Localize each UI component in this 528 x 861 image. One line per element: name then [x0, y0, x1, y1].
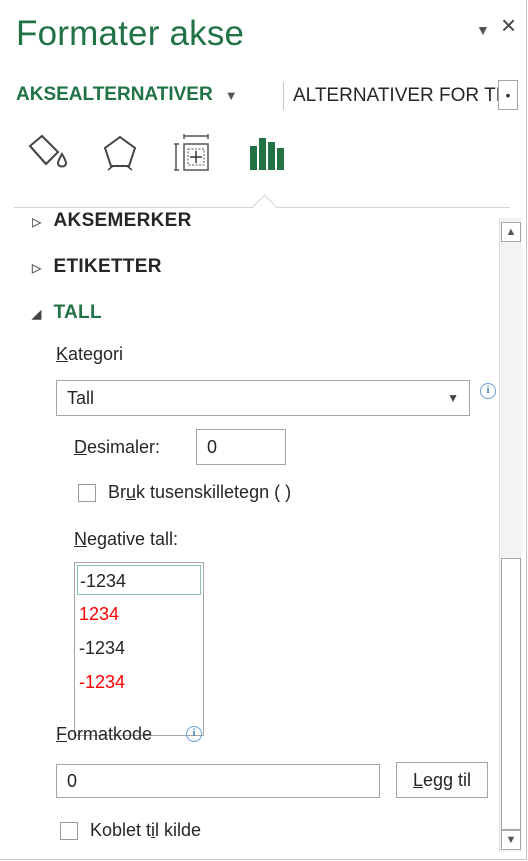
desimaler-input[interactable]: 0	[196, 429, 286, 465]
negative-numbers-label: Negative tall:	[74, 529, 179, 549]
tab-strip: AKSEALTERNATIVER ▼	[16, 78, 238, 112]
section-etiketter[interactable]: ▷ ETIKETTER	[32, 256, 162, 278]
info-icon[interactable]: i	[186, 726, 202, 742]
list-item[interactable]: -1234	[77, 633, 201, 663]
chevron-down-icon: ▼	[447, 391, 459, 405]
section-tall[interactable]: ◢ TALL	[32, 302, 102, 324]
info-icon[interactable]: i	[480, 383, 496, 399]
list-item[interactable]: -1234	[77, 667, 201, 697]
kategori-value: Tall	[67, 388, 95, 408]
scrollbar-thumb[interactable]	[501, 558, 521, 830]
fill-line-icon[interactable]	[24, 132, 72, 176]
format-axis-pane: Formater akse ▼ × AKSEALTERNATIVER ▼ ALT…	[0, 0, 527, 860]
tab-text-options[interactable]: ALTERNATIVER FOR TEKST	[293, 82, 498, 110]
collapsed-triangle-icon: ▷	[32, 261, 42, 275]
axis-options-bar-chart-icon[interactable]	[246, 132, 290, 176]
collapsed-triangle-icon: ▷	[32, 215, 42, 229]
negative-numbers-list[interactable]: -1234 1234 -1234 -1234	[74, 562, 204, 736]
expanded-triangle-icon: ◢	[32, 307, 42, 321]
formatkode-input[interactable]: 0	[56, 764, 380, 798]
kategori-dropdown[interactable]: Tall ▼	[56, 380, 470, 416]
thousands-separator-label: Bruk tusenskilletegn ( )	[108, 482, 292, 502]
pane-title: Formater akse	[16, 14, 245, 53]
kategori-label: Kategori	[56, 344, 124, 364]
linked-to-source-checkbox[interactable]	[60, 822, 78, 840]
tab-dropdown-icon[interactable]: ▼	[225, 88, 238, 103]
close-icon[interactable]: ×	[501, 12, 516, 38]
add-format-code-button[interactable]: Legg til	[396, 762, 488, 798]
desimaler-label: Desimaler:	[74, 437, 161, 457]
effects-pentagon-icon[interactable]	[98, 132, 142, 176]
section-aksemerker[interactable]: ▷ AKSEMERKER	[32, 208, 192, 230]
pane-menu-icon[interactable]: ▼	[476, 22, 490, 38]
scroll-down-arrow-icon[interactable]: ▼	[501, 830, 521, 850]
linked-to-source-label: Koblet til kilde	[90, 820, 202, 840]
size-properties-icon[interactable]	[172, 132, 216, 176]
thousands-separator-checkbox[interactable]	[78, 484, 96, 502]
tab-scroll-button[interactable]: •	[498, 80, 518, 110]
formatkode-label: Formatkode	[56, 724, 153, 744]
tab-axis-options[interactable]: AKSEALTERNATIVER	[16, 84, 213, 106]
list-item[interactable]: -1234	[77, 565, 201, 595]
selected-category-notch	[252, 194, 277, 219]
list-item[interactable]: 1234	[77, 599, 201, 629]
category-icon-bar	[24, 132, 324, 176]
tab-separator	[283, 82, 284, 110]
vertical-scrollbar[interactable]: ▲ ▼	[499, 218, 522, 852]
scroll-up-arrow-icon[interactable]: ▲	[501, 222, 521, 242]
